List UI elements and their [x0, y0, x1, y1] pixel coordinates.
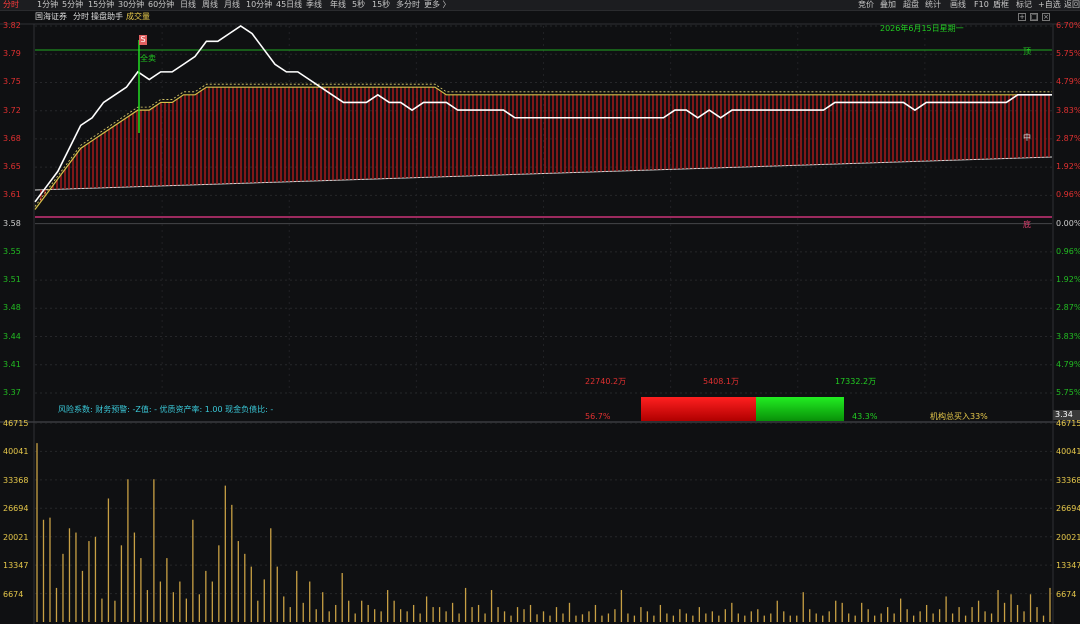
sell-pct: 43.3% [852, 412, 878, 421]
net-amount: 5408.1万 [703, 377, 739, 386]
volume-axis-label: 40041 [1056, 447, 1080, 457]
pct-axis-label: 0.96% [1056, 190, 1080, 200]
pct-axis-label: 0.96% [1056, 246, 1080, 256]
price-axis-label: 3.75 [3, 77, 21, 87]
price-axis-label: 3.58 [3, 218, 21, 228]
price-axis-label: 3.72 [3, 105, 21, 115]
pct-axis-label: 2.87% [1056, 303, 1080, 313]
volume-axis-label: 26694 [1056, 504, 1080, 514]
pct-axis-label: 1.92% [1056, 162, 1080, 172]
buy-bar [641, 397, 757, 421]
volume-axis-label: 46715 [1056, 419, 1080, 428]
buy-pct: 56.7% [585, 412, 611, 421]
pct-axis-label: 3.83% [1056, 105, 1080, 115]
price-line [34, 25, 1052, 203]
bottom-marker: 底 [1023, 220, 1031, 229]
pct-axis-label: 3.83% [1056, 331, 1080, 341]
volume-axis-label: 13347 [3, 561, 29, 571]
sell-signal-text: 全卖 [140, 54, 156, 63]
buy-amount: 22740.2万 [585, 377, 627, 386]
pct-axis-label: 4.79% [1056, 359, 1080, 369]
pct-axis-label: 5.75% [1056, 388, 1080, 397]
top-marker: 顶 [1023, 47, 1031, 56]
price-axis-label: 3.65 [3, 162, 21, 172]
price-axis-label: 3.51 [3, 275, 21, 285]
pct-axis-label: 0.00% [1056, 218, 1080, 228]
price-axis-label: 3.68 [3, 133, 21, 143]
support-line [34, 156, 1053, 191]
institution-buy-text: 机构总买入33% [930, 412, 988, 421]
volume-axis-label: 6674 [3, 589, 24, 599]
sell-amount: 17332.2万 [835, 377, 877, 386]
pct-axis-label: 6.70% [1056, 21, 1080, 30]
risk-info-line: 风险系数: 财务预警: -Z值: - 优质资产率: 1.00 现金负债比: - [58, 405, 274, 414]
price-axis-label: 3.48 [3, 303, 21, 313]
volume-axis-label: 20021 [3, 532, 29, 542]
volume-axis-label: 33368 [1056, 475, 1080, 485]
pct-axis-label: 4.79% [1056, 77, 1080, 87]
price-axis-label: 3.61 [3, 190, 21, 200]
pct-axis-label: 2.87% [1056, 133, 1080, 143]
volume-axis-label: 26694 [3, 504, 29, 514]
price-axis-label: 3.79 [3, 49, 21, 59]
price-axis-label: 3.55 [3, 246, 21, 256]
price-axis-label: 3.44 [3, 331, 21, 341]
volume-axis-label: 6674 [1056, 589, 1077, 599]
pct-axis-label: 1.92% [1056, 275, 1080, 285]
volume-axis-label: 20021 [1056, 532, 1080, 542]
price-axis-label: 3.41 [3, 359, 21, 369]
sell-bar [756, 397, 844, 421]
price-axis-label: 3.37 [3, 388, 21, 397]
chart-date-label: 2026年6月15日星期一 [880, 24, 964, 33]
current-price-tag: 3.34 [1053, 410, 1080, 420]
pct-axis-label: 5.75% [1056, 49, 1080, 59]
volume-axis-label: 46715 [3, 419, 29, 428]
price-axis-label: 3.82 [3, 21, 21, 30]
intraday-chart[interactable] [0, 0, 1080, 624]
sell-marker[interactable]: S [139, 35, 147, 45]
fund-flow-bar [641, 397, 844, 421]
volume-axis-label: 33368 [3, 475, 29, 485]
volume-axis-label: 13347 [1056, 561, 1080, 571]
mid-marker: 中 [1023, 133, 1031, 142]
volume-axis-label: 40041 [3, 447, 29, 457]
